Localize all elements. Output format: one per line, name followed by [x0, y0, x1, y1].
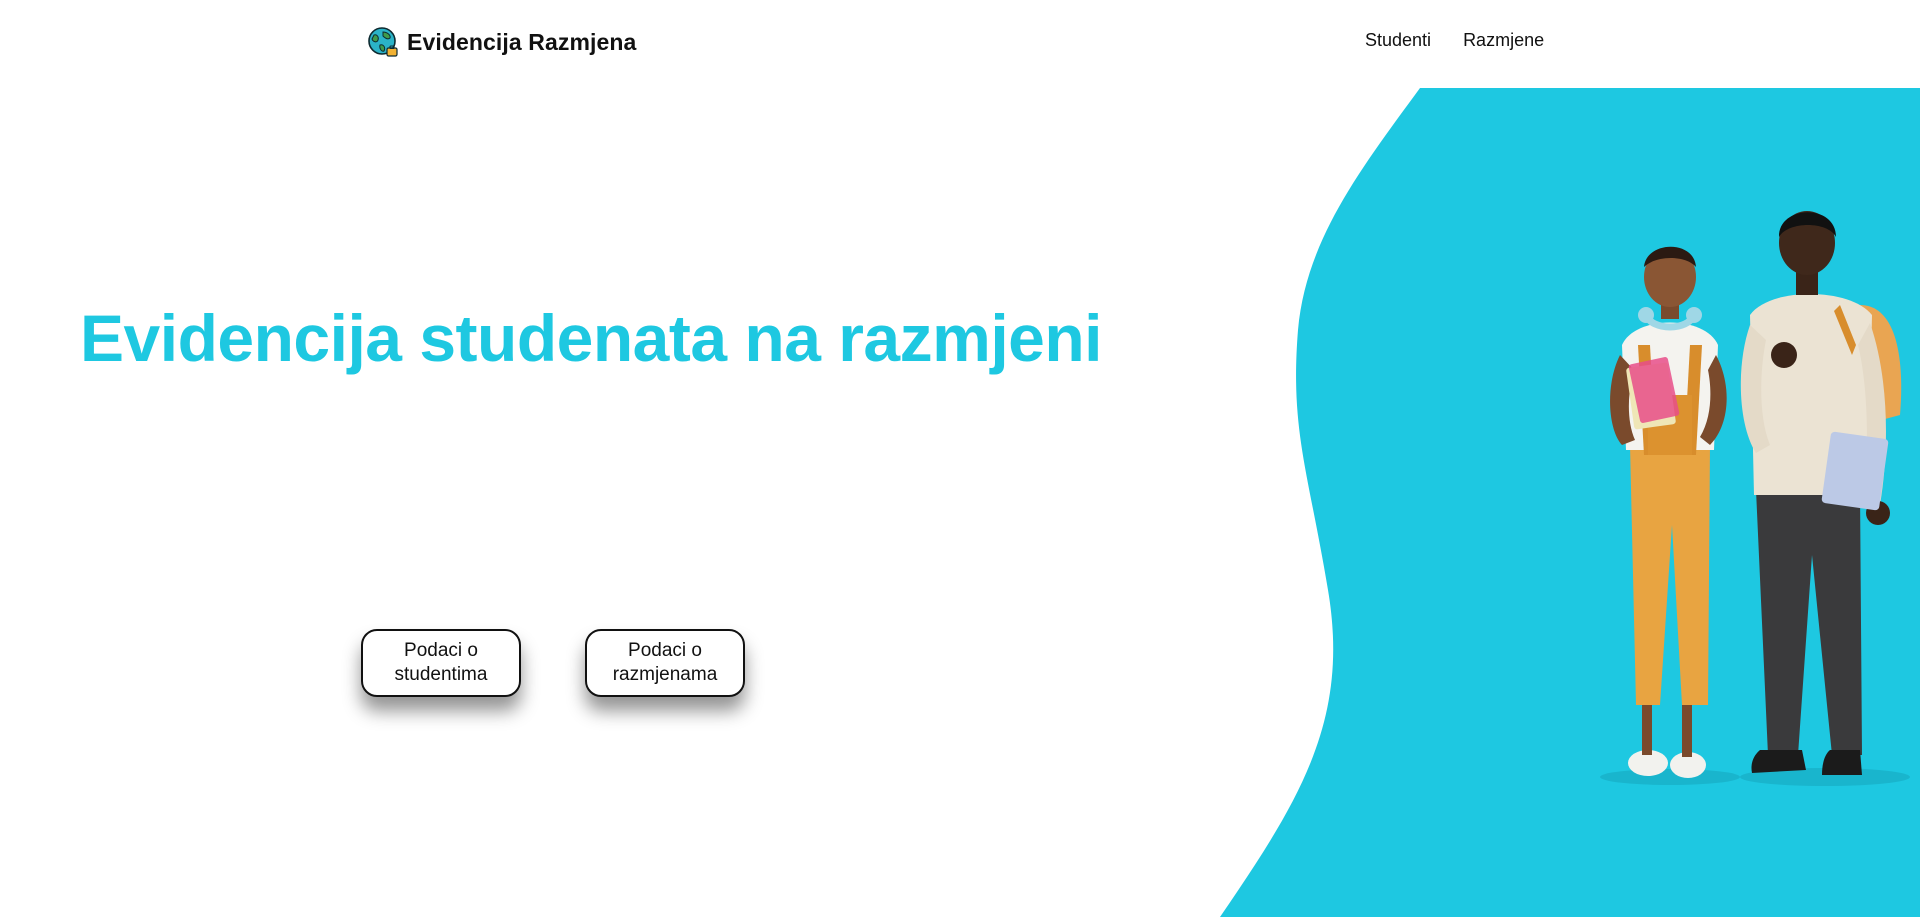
exchanges-data-button[interactable]: Podaci o razmjenama	[585, 629, 745, 697]
students-data-button[interactable]: Podaci o studentima	[361, 629, 521, 697]
student-boy-figure	[1740, 211, 1902, 775]
nav-link-studenti[interactable]: Studenti	[1365, 30, 1431, 51]
nav-link-razmjene[interactable]: Razmjene	[1463, 30, 1544, 51]
two-students-illustration	[1600, 211, 1910, 786]
brand-link[interactable]: Evidencija Razmjena	[367, 24, 636, 60]
hero-title: Evidencija studenata na razmjeni	[80, 301, 1103, 375]
brand-title: Evidencija Razmjena	[407, 28, 637, 55]
nav-links: Studenti Razmjene	[1365, 30, 1544, 51]
globe-icon	[368, 27, 398, 57]
student-girl-figure	[1610, 246, 1727, 778]
navbar: Evidencija Razmjena Studenti Razmjene	[0, 0, 1920, 84]
